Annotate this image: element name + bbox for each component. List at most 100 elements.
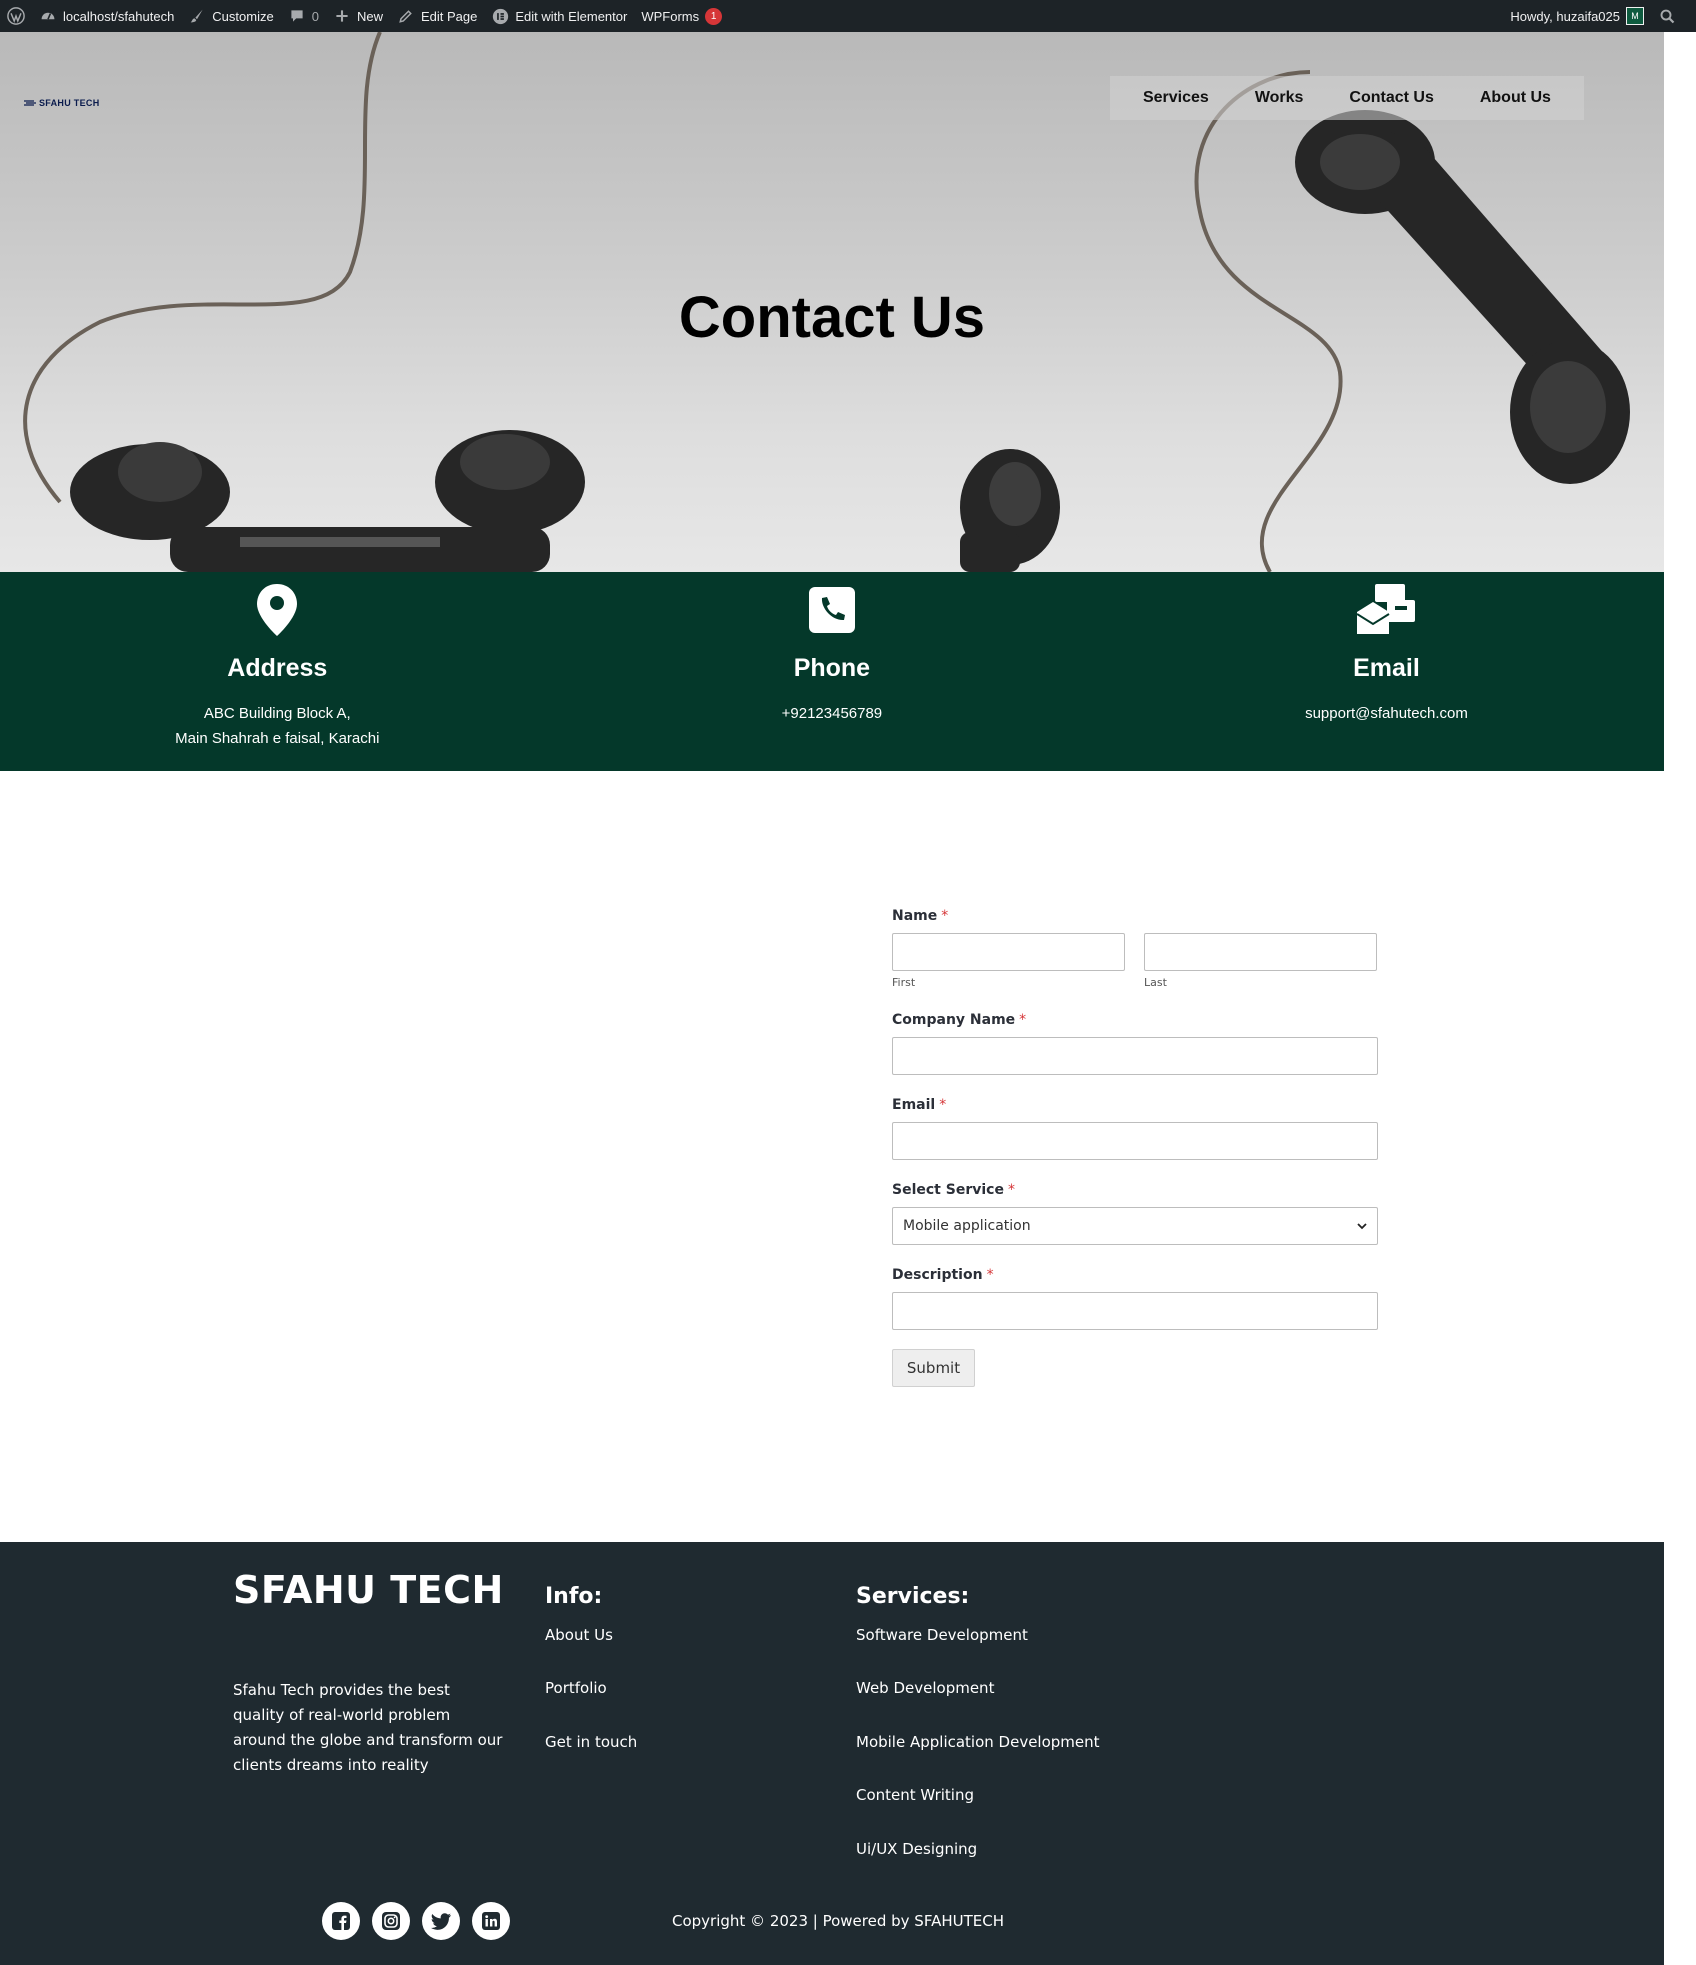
first-name-input[interactable] (892, 933, 1125, 971)
site-logo[interactable]: SFAHU TECH (24, 98, 100, 108)
comment-icon (288, 7, 306, 25)
comments-link[interactable]: 0 (281, 0, 326, 32)
howdy-label: Howdy, huzaifa025 (1510, 8, 1620, 24)
footer-link-web-development[interactable]: Web Development (856, 1679, 994, 1697)
description-input[interactable] (892, 1292, 1378, 1330)
company-label: Company Name * (892, 1009, 1378, 1031)
wpforms-link[interactable]: WPForms 1 (634, 0, 729, 32)
company-field: Company Name * (892, 1009, 1378, 1075)
email-address[interactable]: support@sfahutech.com (1305, 701, 1468, 726)
linkedin-link[interactable] (472, 1902, 510, 1940)
required-mark: * (941, 908, 949, 924)
service-select[interactable]: Mobile application (892, 1207, 1378, 1245)
last-sublabel: Last (1144, 976, 1167, 989)
plus-icon (333, 7, 351, 25)
email-label-text: Email (892, 1097, 936, 1113)
social-links (322, 1902, 510, 1940)
logo-text: SFAHU TECH (39, 98, 100, 108)
company-name-input[interactable] (892, 1037, 1378, 1075)
name-label-text: Name (892, 908, 938, 924)
nav-item-works[interactable]: Works (1255, 89, 1304, 107)
nav-item-contact-us[interactable]: Contact Us (1349, 89, 1433, 107)
site-name-link[interactable]: localhost/sfahutech (32, 0, 181, 32)
contact-info-section: Address ABC Building Block A, Main Shahr… (0, 572, 1664, 771)
description-field: Description * (892, 1264, 1378, 1330)
footer-link-get-in-touch[interactable]: Get in touch (545, 1733, 637, 1751)
name-row: First Last (892, 933, 1378, 990)
email-input[interactable] (892, 1122, 1378, 1160)
required-mark: * (939, 1097, 947, 1113)
service-label-text: Select Service (892, 1182, 1004, 1198)
wordpress-logo-button[interactable] (0, 0, 32, 32)
edit-elementor-label: Edit with Elementor (515, 8, 628, 24)
first-name-column: First (892, 933, 1125, 990)
elementor-icon (491, 7, 509, 25)
map-marker-icon (247, 580, 307, 640)
required-mark: * (1019, 1012, 1027, 1028)
required-mark: * (1007, 1182, 1015, 1198)
logo-mark-icon (24, 100, 36, 106)
copyright-text: Copyright © 2023 | Powered by SFAHUTECH (672, 1912, 1004, 1930)
address-heading: Address (227, 654, 328, 682)
facebook-link[interactable] (322, 1902, 360, 1940)
services-title: Services: (856, 1584, 970, 1609)
address-text: ABC Building Block A, Main Shahrah e fai… (175, 701, 379, 751)
footer-brand: SFAHU TECH (233, 1568, 504, 1612)
dashboard-icon (39, 7, 57, 25)
email-heading: Email (1353, 654, 1420, 682)
nav-item-services[interactable]: Services (1143, 89, 1209, 107)
new-label: New (356, 8, 383, 24)
phone-square-icon (802, 580, 862, 640)
company-label-text: Company Name (892, 1012, 1016, 1028)
instagram-link[interactable] (372, 1902, 410, 1940)
contact-form: Name * First Last Company Name * Email *… (892, 905, 1378, 1387)
page-title: Contact Us (678, 285, 986, 350)
facebook-icon (332, 1912, 350, 1930)
account-menu[interactable]: Howdy, huzaifa025 M (1503, 0, 1651, 32)
instagram-icon (382, 1912, 400, 1930)
admin-search-button[interactable] (1651, 0, 1696, 32)
chevron-down-icon (1357, 1218, 1367, 1234)
edit-page-link[interactable]: Edit Page (390, 0, 484, 32)
new-content-link[interactable]: New (326, 0, 390, 32)
main-nav: Services Works Contact Us About Us (1110, 76, 1584, 120)
pencil-icon (397, 7, 415, 25)
wpforms-label: WPForms (641, 8, 700, 24)
twitter-link[interactable] (422, 1902, 460, 1940)
address-block: Address ABC Building Block A, Main Shahr… (0, 572, 555, 771)
site: SFAHU TECH Services Works Contact Us Abo… (0, 32, 1664, 1965)
nav-item-about-us[interactable]: About Us (1480, 89, 1551, 107)
footer-link-uiux-designing[interactable]: Ui/UX Designing (856, 1840, 977, 1858)
footer-link-about-us[interactable]: About Us (545, 1626, 613, 1644)
service-label: Select Service * (892, 1179, 1378, 1201)
wordpress-icon (7, 7, 25, 25)
footer-link-software-development[interactable]: Software Development (856, 1626, 1028, 1644)
address-line-1: ABC Building Block A, (203, 705, 351, 722)
contact-form-section: Name * First Last Company Name * Email *… (0, 771, 1664, 1542)
info-title: Info: (545, 1584, 603, 1609)
last-name-input[interactable] (1144, 933, 1377, 971)
footer-link-portfolio[interactable]: Portfolio (545, 1679, 607, 1697)
email-label: Email * (892, 1094, 1378, 1116)
hero-section: SFAHU TECH Services Works Contact Us Abo… (0, 32, 1664, 572)
phone-heading: Phone (793, 654, 871, 682)
mail-bulk-icon (1356, 580, 1416, 640)
customize-link[interactable]: Customize (181, 0, 280, 32)
phone-block: Phone +92123456789 (555, 572, 1110, 771)
page-gutter (1664, 32, 1696, 1965)
email-field: Email * (892, 1094, 1378, 1160)
phone-number[interactable]: +92123456789 (782, 701, 883, 726)
twitter-icon (431, 1912, 451, 1930)
submit-button[interactable]: Submit (892, 1349, 975, 1387)
edit-elementor-link[interactable]: Edit with Elementor (484, 0, 634, 32)
customize-label: Customize (212, 8, 274, 24)
description-label-text: Description (892, 1267, 983, 1283)
footer-link-content-writing[interactable]: Content Writing (856, 1786, 974, 1804)
site-name-label: localhost/sfahutech (63, 8, 175, 24)
name-label: Name * (892, 905, 1378, 927)
last-name-column: Last (1144, 933, 1377, 990)
brush-icon (188, 7, 206, 25)
site-footer: SFAHU TECH Sfahu Tech provides the best … (0, 1542, 1664, 1965)
footer-link-mobile-app-development[interactable]: Mobile Application Development (856, 1733, 1100, 1751)
required-mark: * (986, 1267, 994, 1283)
